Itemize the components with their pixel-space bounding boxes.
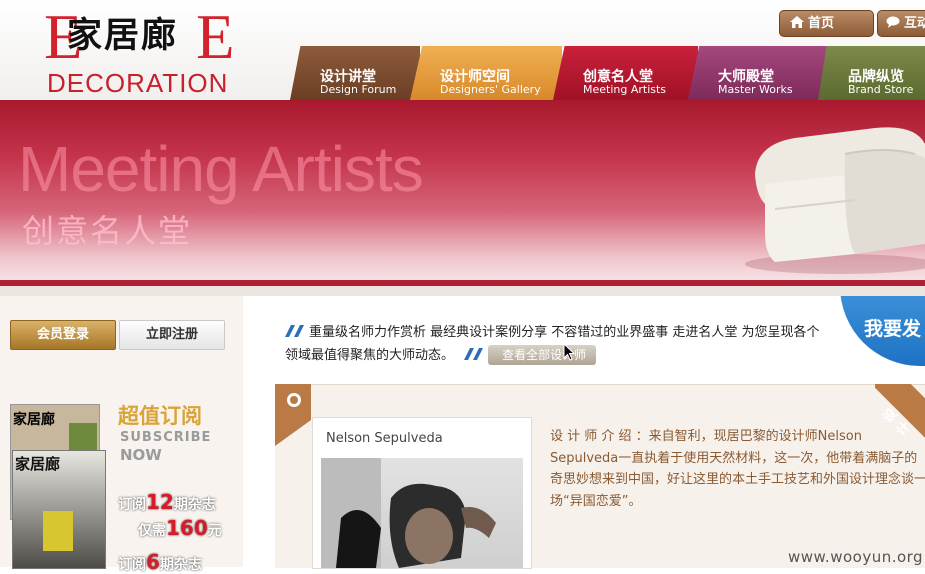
subscribe-ad[interactable]: 家居廊 家居廊 超值订阅 SUBSCRIBE NOW 订阅12期杂志 仅需160… <box>10 386 228 574</box>
banner: Meeting Artists 创意名人堂 <box>0 100 925 285</box>
offer-price: 仅需160元 <box>138 516 222 540</box>
tab-label-en: Brand Store <box>848 83 914 96</box>
mouse-cursor-icon <box>563 343 575 361</box>
logo-letter-e-right: E <box>196 2 235 72</box>
tab-label-en: Master Works <box>718 83 793 96</box>
portrait-image <box>321 458 496 568</box>
subscribe-title: 超值订阅 <box>118 404 202 428</box>
home-button-label: 首页 <box>808 16 835 31</box>
magazine-title: 家居廊 <box>15 455 61 473</box>
home-button[interactable]: 首页 <box>779 10 874 37</box>
tab-designers-gallery[interactable]: 设计师空间 Designers' Gallery <box>410 46 562 100</box>
tab-brand-store[interactable]: 品牌纵览 Brand Store <box>818 46 925 100</box>
tab-master-works[interactable]: 大师殿堂 Master Works <box>688 46 828 100</box>
register-button[interactable]: 立即注册 <box>119 320 225 350</box>
tab-meeting-artists[interactable]: 创意名人堂 Meeting Artists <box>553 46 698 100</box>
banner-shadow <box>0 286 925 296</box>
member-login-button[interactable]: 会员登录 <box>10 320 116 350</box>
badge-label: 我要发 <box>864 318 922 340</box>
banner-title: Meeting Artists <box>18 133 424 205</box>
banner-subtitle: 创意名人堂 <box>22 212 193 250</box>
armchair-image <box>745 127 925 274</box>
logo-chinese: 家居廊 <box>67 15 179 56</box>
view-all-designers-button[interactable]: 查看全部设计师 <box>488 345 597 365</box>
logo-decoration: DECORATION <box>47 68 229 98</box>
tab-label-en: Meeting Artists <box>583 83 667 96</box>
intro-text: 重量级名师力作赏析 最经典设计案例分享 不容错过的业界盛事 走进名人堂 为您呈现… <box>285 321 825 367</box>
designer-name: Nelson Sepulveda <box>326 431 443 446</box>
magazine-art <box>43 511 73 551</box>
home-icon <box>790 16 804 28</box>
magazine-title: 家居廊 <box>13 412 55 428</box>
interact-button[interactable]: 互动 <box>877 10 925 37</box>
corner-badge[interactable]: 我要发 <box>840 296 925 368</box>
tab-design-forum[interactable]: 设计讲堂 Design Forum <box>290 46 420 100</box>
subscribe-en: SUBSCRIBE <box>120 430 212 445</box>
chat-icon <box>886 16 900 28</box>
subscribe-now: NOW <box>120 446 162 464</box>
designer-description: 设 计 师 介 绍 ：来自智利，现居巴黎的设计师Nelson Sepulveda… <box>550 429 925 509</box>
offer-12-issues: 订阅12期杂志 <box>118 490 216 514</box>
elle-decoration-logo[interactable]: E E 家居廊 DECORATION <box>44 2 242 99</box>
tab-label-en: Designers' Gallery <box>440 83 541 96</box>
magazine-cover-front: 家居廊 <box>12 450 106 569</box>
double-slash-icon <box>464 348 484 360</box>
offer-6-issues: 订阅6期杂志 <box>118 550 202 574</box>
designer-photo <box>321 458 523 568</box>
interact-button-label: 互动 <box>904 16 925 31</box>
card-corner <box>275 384 311 446</box>
double-slash-icon <box>285 325 304 337</box>
watermark: www.wooyun.org <box>788 548 924 566</box>
tab-label-en: Design Forum <box>320 83 397 96</box>
designer-photo-frame[interactable]: Nelson Sepulveda <box>312 417 532 569</box>
